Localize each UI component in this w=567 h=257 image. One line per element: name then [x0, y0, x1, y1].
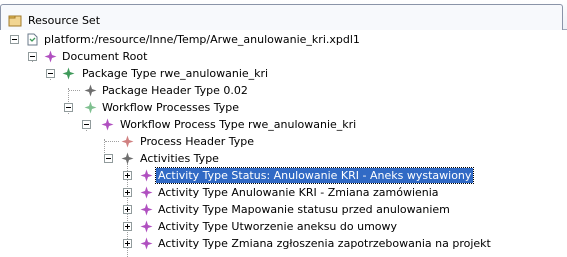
view-tab[interactable]: Resource Set [0, 4, 563, 30]
tree-item-label: Package Header Type 0.02 [102, 84, 248, 97]
diamond-icon [62, 67, 75, 80]
diamond-icon [84, 84, 97, 97]
diamond-icon [140, 186, 153, 199]
expand-toggle[interactable] [123, 222, 132, 231]
expand-toggle[interactable] [123, 188, 132, 197]
tree-item[interactable]: Activity Type Status: Anulowanie KRI - A… [0, 167, 567, 185]
tree-item[interactable]: Activity Type Mapowanie statusu przed an… [0, 202, 567, 219]
tree-item[interactable]: Package Header Type 0.02 [0, 83, 567, 100]
collapse-toggle[interactable] [82, 120, 91, 129]
tree-item[interactable]: Workflow Process Type rwe_anulowanie_kri [0, 117, 567, 134]
diamond-icon [84, 101, 97, 114]
tree-item-label: Package Type rwe_anulowanie_kri [82, 67, 269, 80]
diamond-icon [140, 169, 153, 182]
diamond-icon [140, 220, 153, 233]
resource-set-icon [8, 15, 22, 27]
collapse-toggle[interactable] [104, 154, 113, 163]
expand-toggle[interactable] [123, 171, 132, 180]
tree-item[interactable]: Document Root [0, 49, 567, 66]
tree-item-label: Activity Type Zmiana zgłoszenia zapotrze… [158, 237, 491, 250]
collapse-toggle[interactable] [10, 35, 19, 44]
tree-item[interactable]: Activity Type Anulowanie KRI - Zmiana za… [0, 185, 567, 202]
tree-item-label: Workflow Processes Type [102, 101, 239, 114]
tree-item-label: Activity Type Utworzenie aneksu do umowy [158, 220, 398, 233]
expand-toggle[interactable] [123, 239, 132, 248]
tree-item[interactable]: Workflow Processes Type [0, 100, 567, 117]
tree-item[interactable]: Package Type rwe_anulowanie_kri [0, 66, 567, 83]
file-icon [27, 33, 38, 46]
tree-item[interactable]: Activity Type Utworzenie aneksu do umowy [0, 219, 567, 236]
view-titlebar: Resource Set [0, 0, 567, 30]
tree-item[interactable]: platform:/resource/Inne/Temp/Arwe_anulow… [0, 32, 567, 49]
tree-item-label: Activity Type Mapowanie statusu przed an… [158, 203, 450, 216]
tree-item-label-selected: Activity Type Status: Anulowanie KRI - A… [154, 167, 475, 184]
tree-item-label: Process Header Type [140, 135, 255, 148]
tree-item[interactable]: Activities Type [0, 151, 567, 168]
tree-item-label: Activities Type [140, 152, 219, 165]
resource-tree[interactable]: platform:/resource/Inne/Temp/Arwe_anulow… [0, 30, 567, 257]
tree-item-label: Activity Type Anulowanie KRI - Zmiana za… [158, 186, 439, 199]
collapse-toggle[interactable] [28, 52, 37, 61]
collapse-toggle[interactable] [46, 69, 55, 78]
diamond-icon [121, 135, 134, 148]
diamond-icon [44, 50, 57, 63]
diamond-icon [140, 237, 153, 250]
collapse-toggle[interactable] [64, 103, 73, 112]
tree-item-label: Workflow Process Type rwe_anulowanie_kri [120, 118, 357, 131]
tree-item-label: Document Root [62, 50, 148, 63]
diamond-icon [121, 152, 134, 165]
tree-item[interactable]: Activity Type Zmiana zgłoszenia zapotrze… [0, 236, 567, 253]
view-title: Resource Set [28, 14, 101, 27]
diamond-icon [140, 203, 153, 216]
tree-item[interactable]: Process Header Type [0, 134, 567, 151]
tree-item-label: platform:/resource/Inne/Temp/Arwe_anulow… [44, 33, 360, 46]
diamond-icon [101, 118, 114, 131]
expand-toggle[interactable] [123, 205, 132, 214]
